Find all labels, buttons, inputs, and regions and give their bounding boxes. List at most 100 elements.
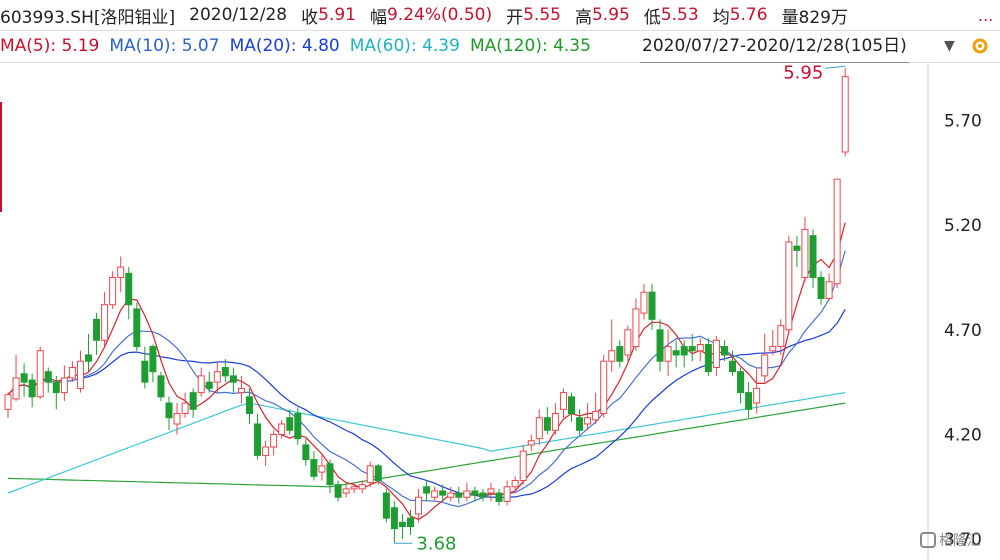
candles (4, 68, 849, 544)
candle-body (825, 281, 833, 299)
candle-body (181, 402, 189, 415)
candle-body (246, 396, 253, 415)
candle-body (656, 329, 664, 362)
candle-body (600, 360, 608, 415)
open-label: 开 (506, 7, 524, 28)
candle-body (801, 228, 809, 279)
candle-body (254, 423, 262, 456)
candle-body (310, 459, 318, 477)
candle-body (76, 360, 84, 389)
candle (817, 271, 825, 305)
candle (76, 350, 84, 393)
candle (600, 354, 608, 418)
quote-date: 2020/12/28 (189, 5, 288, 25)
candle-body (93, 318, 101, 341)
candle-body (503, 486, 511, 502)
candle (825, 273, 833, 301)
candle (511, 476, 519, 494)
candle (423, 480, 431, 502)
candle-body (197, 375, 205, 394)
candle-body (278, 423, 286, 435)
candle (117, 256, 125, 293)
candle-body (688, 346, 696, 352)
candle-body (117, 266, 125, 279)
date-range-selector[interactable]: 2020/07/27-2020/12/28(105日) (640, 30, 909, 63)
candle (398, 513, 406, 540)
candle (334, 480, 342, 502)
candle-body (52, 381, 60, 394)
candle (4, 392, 12, 418)
candle (672, 340, 680, 368)
candle-body (761, 354, 769, 377)
candle-body (229, 375, 237, 383)
candle-body (350, 486, 358, 490)
candle (761, 334, 769, 383)
price-axis: 5.705.204.704.203.70 (944, 112, 982, 550)
ma5-label: MA(5): 5.19 (0, 36, 100, 56)
candle-body (109, 277, 117, 306)
candle-body (302, 444, 310, 461)
watermark-logo-icon (920, 532, 936, 548)
candle (101, 292, 109, 347)
stock-code[interactable]: 603993.SH[洛阳钼业] (0, 3, 175, 28)
candle-body (326, 463, 334, 486)
candle (745, 382, 753, 418)
candle (390, 501, 398, 544)
low-label: 低 (643, 7, 661, 28)
ma60-line (7, 392, 846, 494)
candle-body (157, 375, 165, 398)
ma60-label: MA(60): 4.39 (349, 36, 460, 56)
candle-body (543, 417, 551, 431)
candle-body (809, 235, 817, 279)
candle-body (648, 291, 656, 320)
candle-body (415, 496, 423, 515)
price-tick-label: 5.70 (944, 112, 982, 132)
ma10-line (7, 250, 846, 508)
candle (527, 434, 535, 452)
candle-body (221, 366, 229, 377)
candle-body (841, 76, 849, 153)
more-menu-button[interactable]: ... (978, 6, 993, 25)
candle (205, 371, 213, 393)
watermark-text: 格隆汇 (939, 533, 981, 549)
candle-body (44, 371, 52, 383)
candle (28, 373, 36, 408)
candle-body (559, 392, 567, 410)
candle (584, 403, 592, 431)
dropdown-arrow-icon[interactable]: ▼ (944, 38, 955, 54)
candle (318, 455, 326, 481)
candle-body (769, 346, 777, 352)
candle (189, 388, 197, 418)
price-annotations: 5.95 3.68 (394, 62, 846, 554)
candle (712, 336, 720, 376)
candle (36, 346, 44, 399)
candle (592, 392, 600, 424)
change-value: 9.24%(0.50) (386, 5, 493, 25)
candle (44, 367, 52, 393)
candle-body (141, 360, 149, 383)
candle-body (165, 402, 173, 419)
candle (833, 178, 841, 288)
candle (149, 344, 157, 383)
candle (165, 396, 173, 431)
low-value: 5.53 (660, 5, 699, 25)
candle-body (720, 346, 728, 356)
gear-icon[interactable] (970, 36, 990, 56)
candle (93, 313, 101, 355)
candle-body (205, 381, 213, 389)
moving-average-lines (7, 222, 846, 521)
candle-body (431, 490, 439, 498)
candle-body (28, 379, 36, 398)
close-label: 收 (301, 7, 319, 28)
ma120-line (7, 402, 846, 488)
candle (785, 235, 793, 335)
candle-body (286, 417, 294, 431)
candle (616, 340, 624, 368)
candle-body (479, 492, 487, 498)
quote-header: 603993.SH[洛阳钼业] 2020/12/28 收 5.91 幅 9.24… (0, 0, 1000, 31)
candle-body (423, 486, 431, 494)
candle (326, 459, 334, 494)
candle (157, 371, 165, 401)
candle (382, 488, 390, 523)
avg-value: 5.76 (729, 5, 768, 25)
